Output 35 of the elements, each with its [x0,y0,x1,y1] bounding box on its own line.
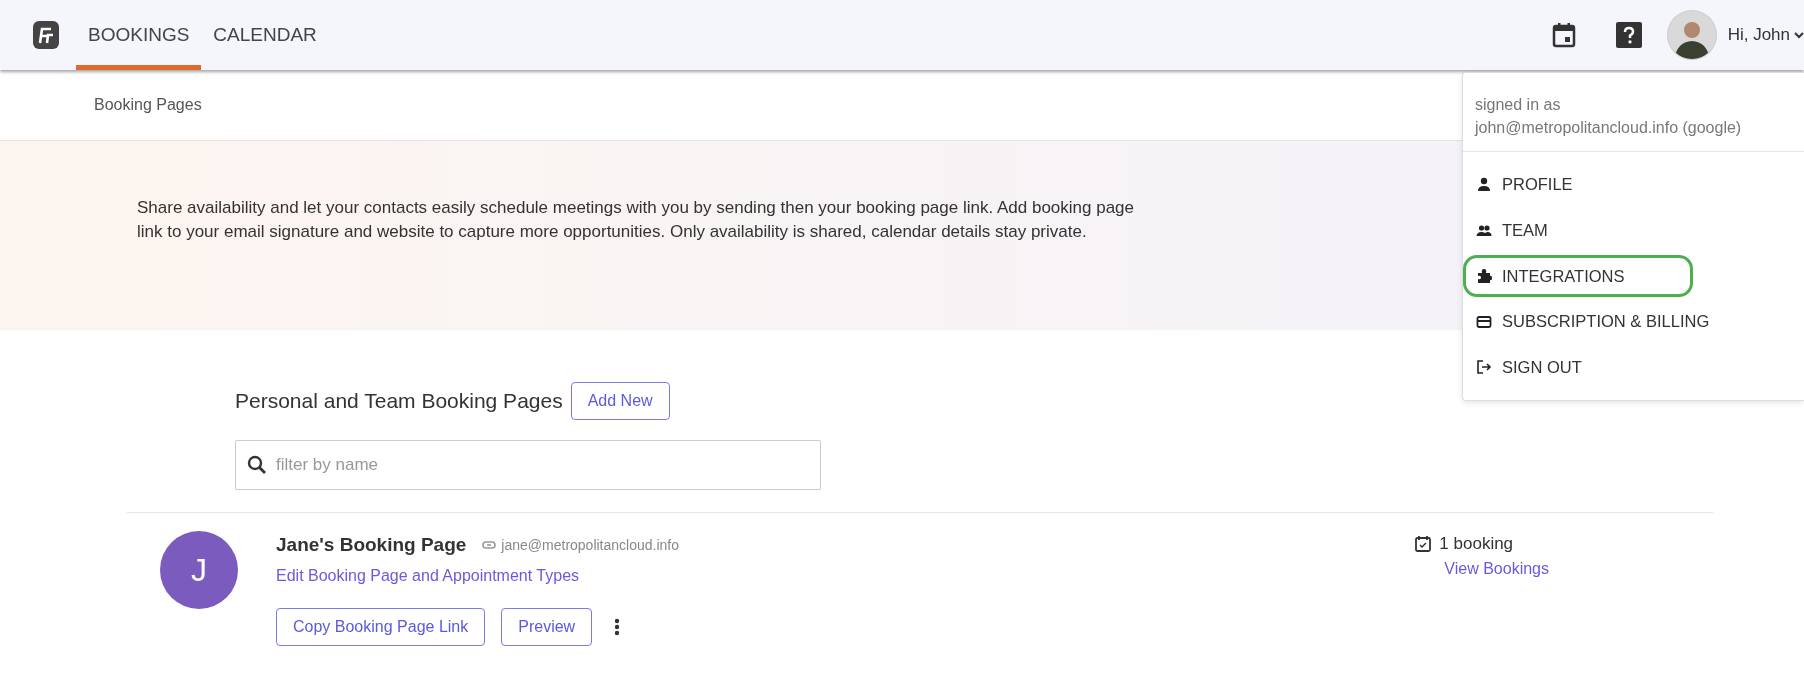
menu-item[interactable]: SUBSCRIPTION & BILLING [1463,300,1763,343]
booking-page-title: Jane's Booking Page [276,533,467,557]
credit-card-icon [1476,313,1492,330]
edit-booking-page-link[interactable]: Edit Booking Page and Appointment Types [276,563,580,588]
menu-item[interactable]: SIGN OUT [1463,346,1693,389]
breadcrumb: Booking Pages [94,95,202,115]
section-title: Personal and Team Booking Pages [235,388,563,414]
user-greeting[interactable]: Hi, John [1727,22,1790,48]
booking-count: 1 booking [1439,533,1514,555]
menu-item[interactable]: PROFILE [1463,163,1693,206]
calendar-icon[interactable] [1551,22,1576,48]
sign-out-icon [1476,359,1492,376]
email-text: jane@metropolitancloud.info [501,535,679,555]
menu-item[interactable]: TEAM [1463,208,1693,252]
person-icon [1476,176,1492,193]
signed-in-label: signed in as [1475,95,1562,115]
outline-button[interactable]: Preview [501,607,593,646]
chevron-icon[interactable] [1794,31,1804,39]
nav-tab[interactable]: CALENDAR [201,0,329,70]
view-bookings-link[interactable]: View Bookings [1444,556,1549,581]
puzzle-icon [1476,267,1492,284]
link-icon [482,541,497,550]
add-new-button[interactable]: Add New [570,382,670,420]
help-icon[interactable] [1615,22,1642,48]
logo-icon[interactable] [32,20,60,50]
menu-item[interactable]: INTEGRATIONS [1463,254,1693,298]
outline-button[interactable]: Copy Booking Page Link [276,607,486,646]
intro-text: Share availability and let your contacts easily schedule meetings with you by sending then your booking page link. Add booking page link to your email signature and website to capture more opportunities. Only availability is shared, calendar details stay private. [137,197,1136,243]
initial-avatar: J [160,531,238,609]
nav-tab[interactable]: BOOKINGS [76,0,202,70]
account-email: john@metropolitancloud.info (google) [1475,118,1743,138]
search-field[interactable]: filter by name [235,440,821,490]
calendar-check-icon [1415,535,1432,553]
people-icon [1476,222,1492,239]
more-options-icon[interactable] [614,617,621,636]
